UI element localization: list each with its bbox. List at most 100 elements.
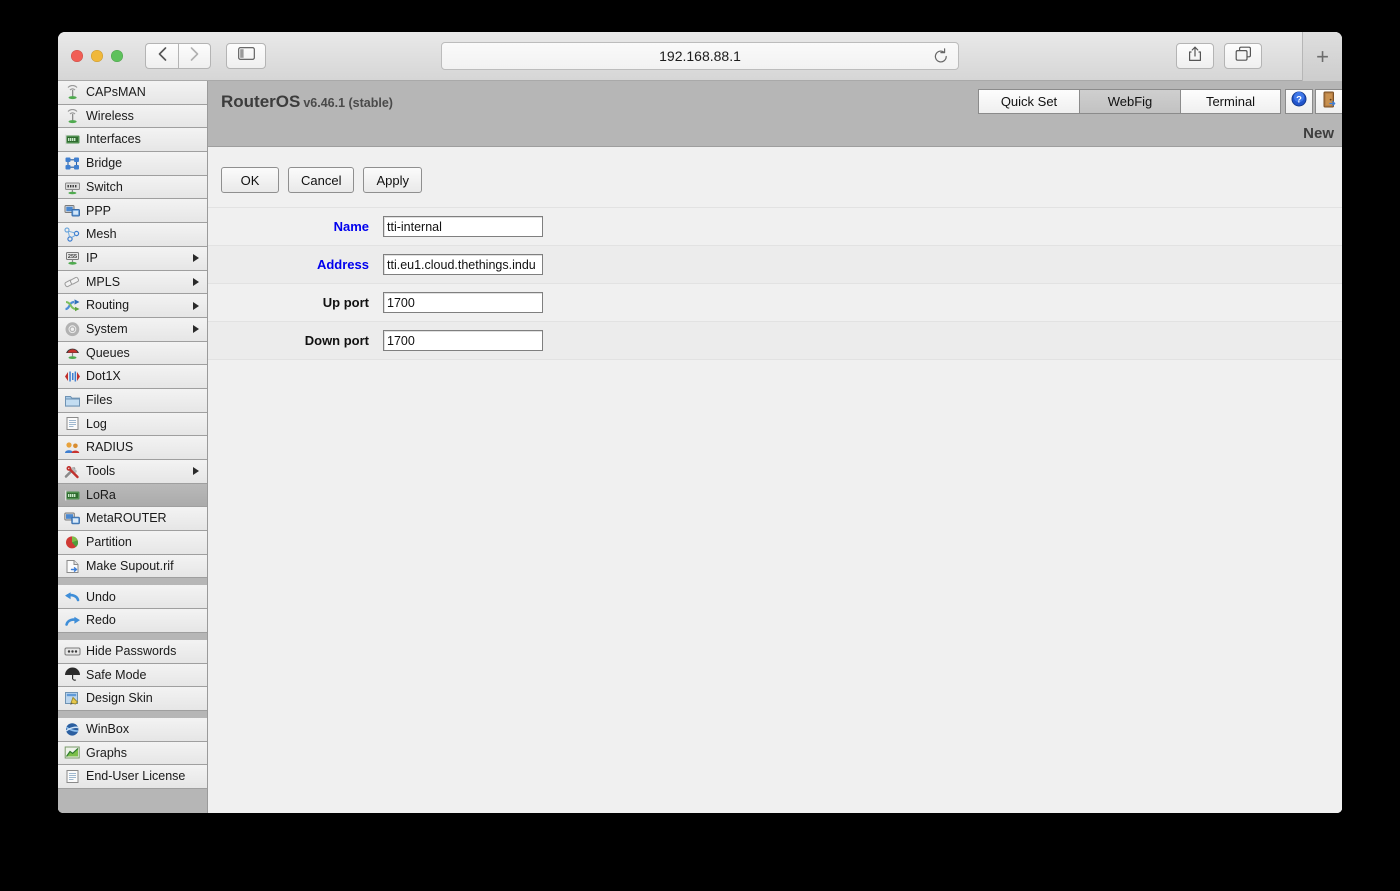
sidebar-item-undo[interactable]: Undo bbox=[58, 585, 207, 609]
apply-button[interactable]: Apply bbox=[363, 167, 422, 193]
logout-button[interactable] bbox=[1315, 89, 1342, 114]
sidebar-item-mesh[interactable]: Mesh bbox=[58, 223, 207, 247]
address-bar[interactable]: 192.168.88.1 bbox=[441, 42, 959, 70]
sidebar-item-ip[interactable]: 255 IP bbox=[58, 247, 207, 271]
sidebar-group-1: Undo Redo bbox=[58, 585, 207, 632]
sidebar-item-hide-passwords[interactable]: Hide Passwords bbox=[58, 640, 207, 664]
ok-button[interactable]: OK bbox=[221, 167, 279, 193]
show-tabs-button[interactable] bbox=[1224, 43, 1262, 69]
main-content: RouterOSv6.46.1 (stable) Quick Set WebFi… bbox=[208, 81, 1342, 813]
page-title: RouterOSv6.46.1 (stable) bbox=[221, 92, 393, 112]
help-button[interactable]: ? bbox=[1285, 89, 1313, 114]
tab-terminal[interactable]: Terminal bbox=[1180, 89, 1281, 114]
winbox-globe-icon bbox=[64, 722, 81, 737]
ppp-monitor-icon bbox=[64, 203, 81, 218]
field-input-up-port[interactable] bbox=[383, 292, 543, 313]
field-input-name[interactable] bbox=[383, 216, 543, 237]
forward-button[interactable] bbox=[178, 43, 211, 69]
sidebar-item-mpls[interactable]: MPLS bbox=[58, 271, 207, 295]
form-row: Name bbox=[208, 207, 1342, 245]
sidebar-group-2: Hide PasswordsSafe ModeDesign Skin bbox=[58, 640, 207, 711]
sidebar-item-label: CAPsMAN bbox=[86, 86, 146, 99]
sidebar-item-label: Partition bbox=[86, 536, 132, 549]
sidebar-item-radius[interactable]: RADIUS bbox=[58, 436, 207, 460]
metarouter-icon bbox=[64, 511, 81, 526]
field-label-address: Address bbox=[208, 257, 383, 272]
chevron-right-icon bbox=[193, 302, 199, 310]
sidebar-item-label: MPLS bbox=[86, 276, 120, 289]
mpls-labels-icon bbox=[64, 274, 81, 289]
capsman-antenna-icon bbox=[64, 85, 81, 100]
switch-icon bbox=[64, 180, 81, 195]
maximize-window-button[interactable] bbox=[111, 50, 123, 62]
browser-toolbar: 192.168.88.1 bbox=[58, 32, 1342, 81]
sidebar-item-metarouter[interactable]: MetaROUTER bbox=[58, 507, 207, 531]
ip-255-icon: 255 bbox=[64, 251, 81, 266]
sidebar-item-interfaces[interactable]: Interfaces bbox=[58, 128, 207, 152]
tab-webfig[interactable]: WebFig bbox=[1079, 89, 1180, 114]
sidebar-toggle-button[interactable] bbox=[226, 43, 266, 69]
sidebar-item-label: Tools bbox=[86, 465, 115, 478]
form-row: Down port bbox=[208, 321, 1342, 359]
system-gear-icon bbox=[64, 322, 81, 337]
sidebar-item-label: Undo bbox=[86, 591, 116, 604]
sidebar-toggle-icon bbox=[238, 47, 255, 65]
sidebar-item-log[interactable]: Log bbox=[58, 413, 207, 437]
license-page-icon bbox=[64, 769, 81, 784]
sidebar-item-label: Bridge bbox=[86, 157, 122, 170]
sidebar-item-queues[interactable]: Queues bbox=[58, 342, 207, 366]
chevron-left-icon bbox=[158, 47, 167, 66]
new-tab-button[interactable]: + bbox=[1302, 32, 1342, 81]
field-input-down-port[interactable] bbox=[383, 330, 543, 351]
share-button[interactable] bbox=[1176, 43, 1214, 69]
sidebar-item-dot1x[interactable]: Dot1X bbox=[58, 365, 207, 389]
sidebar-item-label: Mesh bbox=[86, 228, 117, 241]
interface-card-icon bbox=[64, 488, 81, 503]
svg-text:255: 255 bbox=[68, 254, 77, 260]
minimize-window-button[interactable] bbox=[91, 50, 103, 62]
reload-icon[interactable] bbox=[933, 48, 949, 70]
share-icon bbox=[1188, 46, 1202, 67]
safari-window: 192.168.88.1 bbox=[58, 32, 1342, 813]
sidebar-item-design-skin[interactable]: Design Skin bbox=[58, 687, 207, 711]
sidebar-item-label: WinBox bbox=[86, 723, 129, 736]
sidebar-item-label: RADIUS bbox=[86, 441, 133, 454]
tab-quick-set[interactable]: Quick Set bbox=[978, 89, 1079, 114]
sidebar-item-routing[interactable]: Routing bbox=[58, 294, 207, 318]
sidebar-item-lora[interactable]: LoRa bbox=[58, 484, 207, 508]
sidebar-item-label: Log bbox=[86, 418, 107, 431]
product-name: RouterOS bbox=[221, 92, 300, 111]
sidebar-item-label: IP bbox=[86, 252, 98, 265]
sidebar-item-wireless[interactable]: Wireless bbox=[58, 105, 207, 129]
sidebar-item-bridge[interactable]: Bridge bbox=[58, 152, 207, 176]
sidebar-item-tools[interactable]: Tools bbox=[58, 460, 207, 484]
back-button[interactable] bbox=[145, 43, 178, 69]
form-area: OK Cancel Apply Name Address Up portDown p… bbox=[208, 147, 1342, 813]
sidebar-item-label: Routing bbox=[86, 299, 129, 312]
chevron-right-icon bbox=[193, 467, 199, 475]
sidebar-item-system[interactable]: System bbox=[58, 318, 207, 342]
sidebar-item-partition[interactable]: Partition bbox=[58, 531, 207, 555]
sidebar-item-switch[interactable]: Switch bbox=[58, 176, 207, 200]
sidebar-item-make-supout-rif[interactable]: Make Supout.rif bbox=[58, 555, 207, 579]
wireless-antenna-icon bbox=[64, 109, 81, 124]
field-input-address[interactable] bbox=[383, 254, 543, 275]
interface-card-icon bbox=[64, 132, 81, 147]
sidebar-item-ppp[interactable]: PPP bbox=[58, 199, 207, 223]
sidebar-item-safe-mode[interactable]: Safe Mode bbox=[58, 664, 207, 688]
sidebar-item-end-user-license[interactable]: End-User License bbox=[58, 765, 207, 789]
show-all-tabs-icon bbox=[1235, 46, 1252, 67]
close-window-button[interactable] bbox=[71, 50, 83, 62]
sidebar-item-label: Files bbox=[86, 394, 112, 407]
cancel-button[interactable]: Cancel bbox=[288, 167, 354, 193]
log-page-icon bbox=[64, 416, 81, 431]
form-row: Up port bbox=[208, 283, 1342, 321]
sidebar-item-label: Queues bbox=[86, 347, 130, 360]
sidebar-item-graphs[interactable]: Graphs bbox=[58, 742, 207, 766]
supout-file-icon bbox=[64, 559, 81, 574]
sidebar-item-files[interactable]: Files bbox=[58, 389, 207, 413]
sidebar-item-winbox[interactable]: WinBox bbox=[58, 718, 207, 742]
sidebar-item-redo[interactable]: Redo bbox=[58, 609, 207, 633]
product-version: v6.46.1 (stable) bbox=[303, 96, 393, 110]
sidebar-item-capsman[interactable]: CAPsMAN bbox=[58, 81, 207, 105]
